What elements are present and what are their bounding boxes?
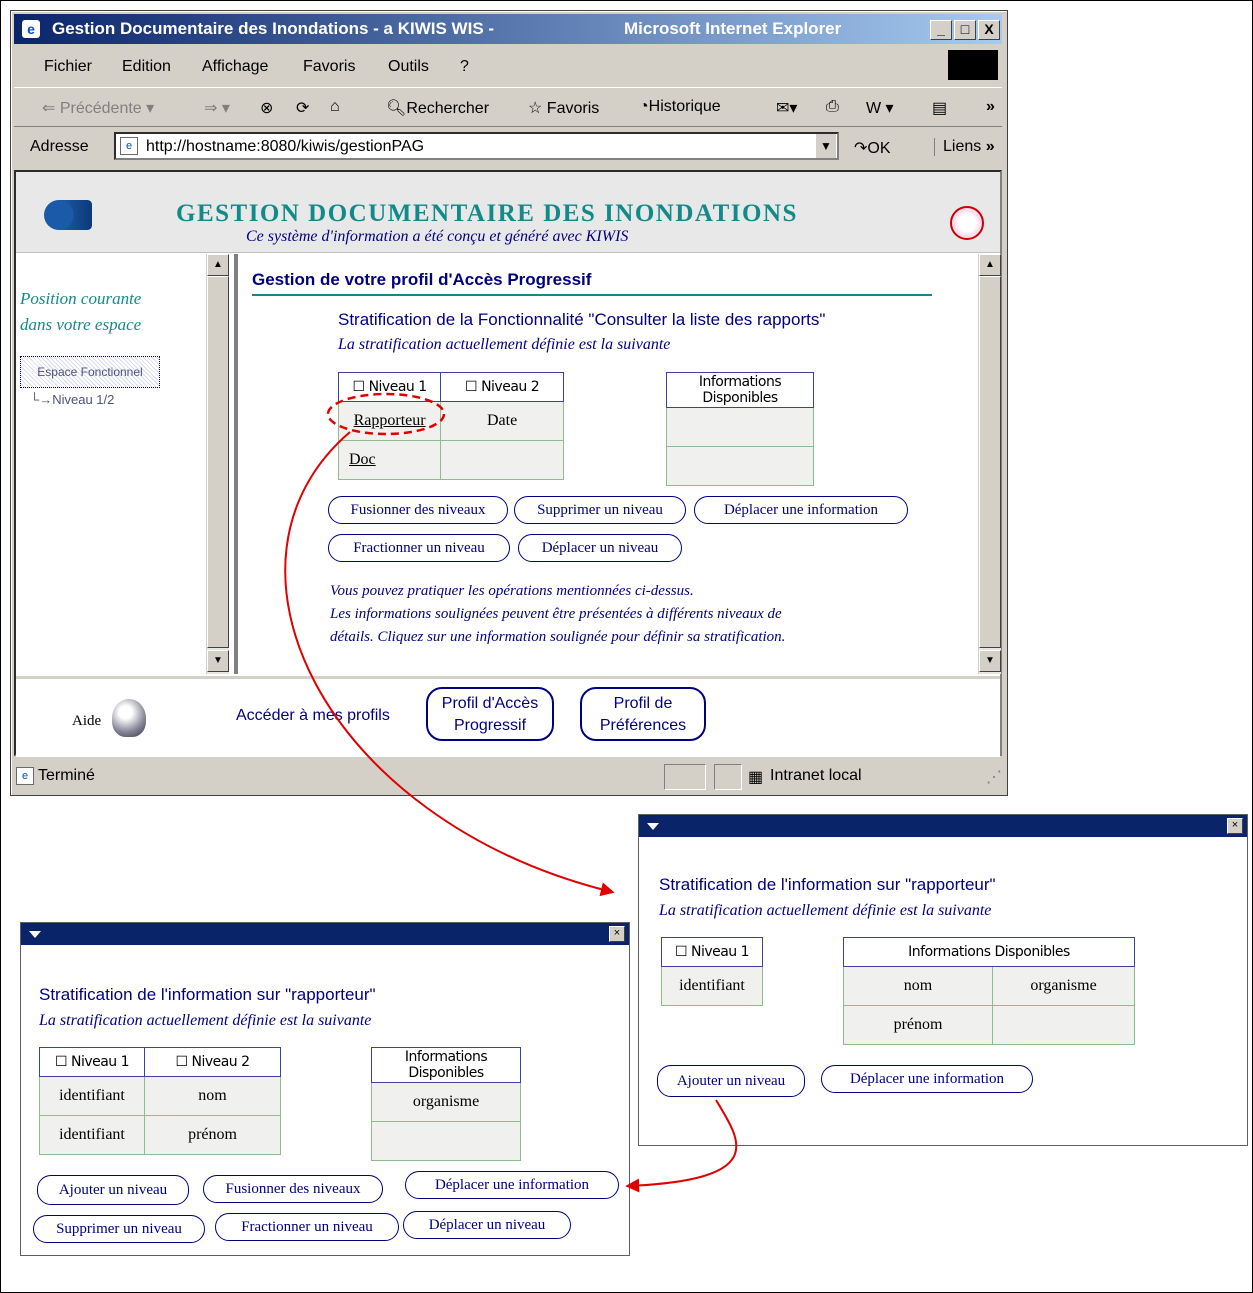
arrow-to-popup-left [625, 1099, 738, 1193]
annotation-overlay [284, 392, 738, 1193]
arrow-to-popup-right [284, 431, 615, 897]
highlight-ellipse [326, 392, 446, 436]
